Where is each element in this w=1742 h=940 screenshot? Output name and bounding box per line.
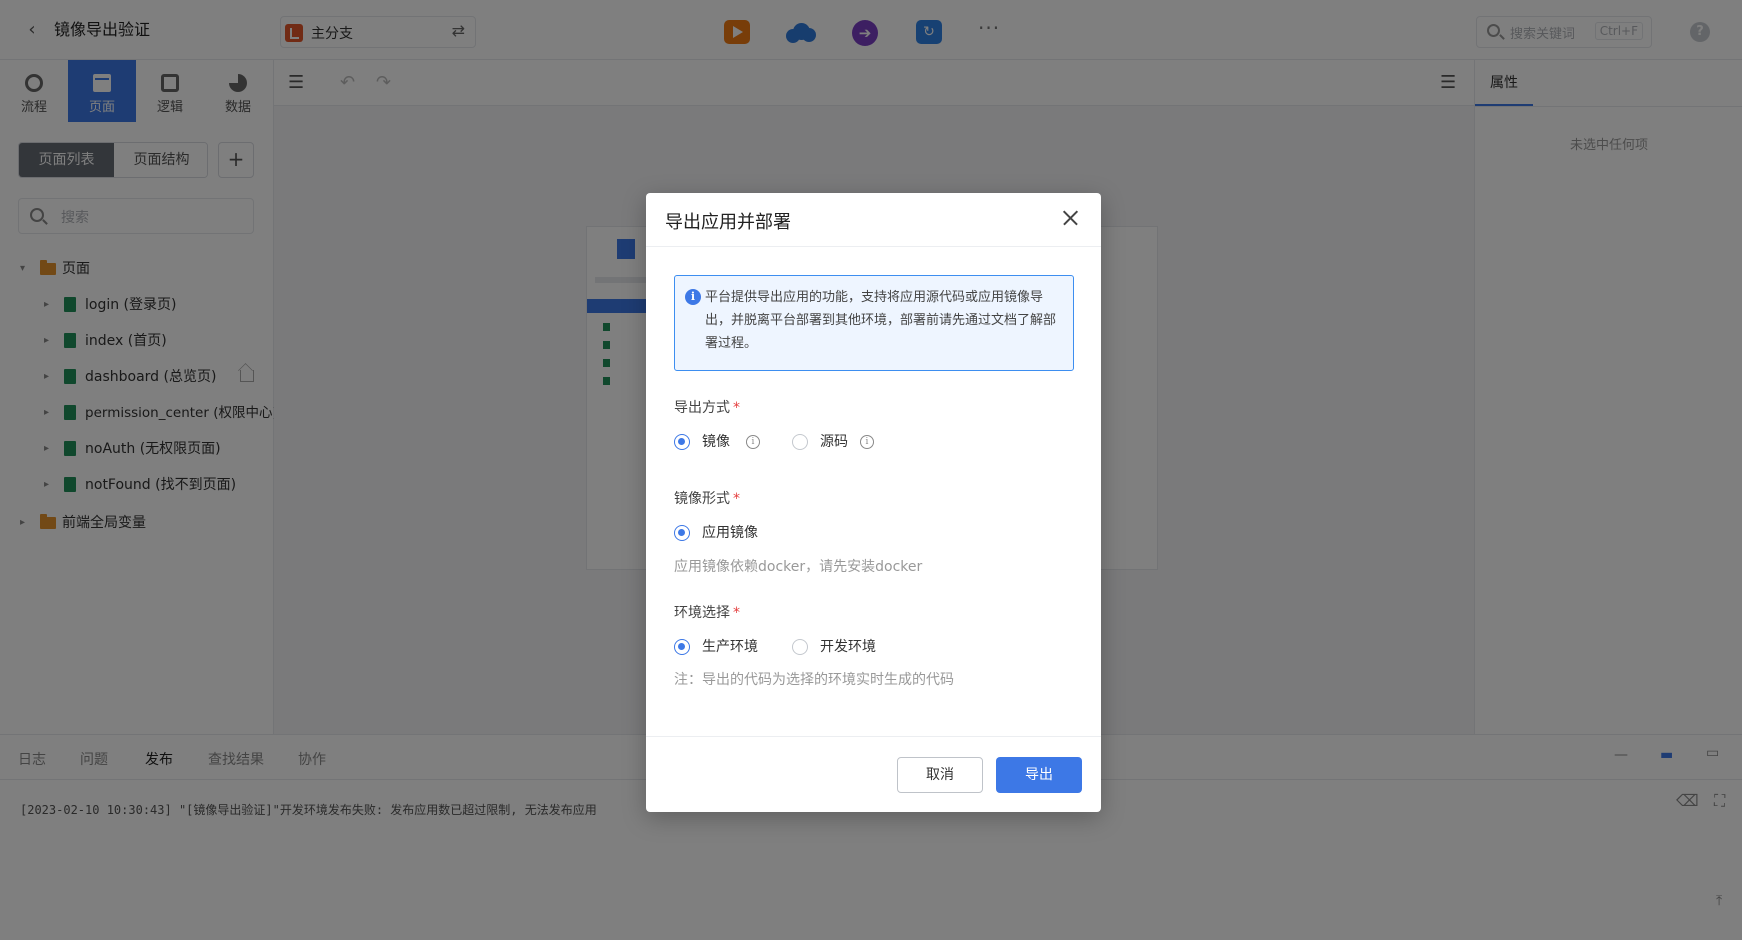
radio-label: 生产环境 [702,639,758,655]
radio-env-production[interactable]: 生产环境 [674,636,784,658]
field-label: 镜像形式 [674,491,730,507]
image-form-hint: 应用镜像依赖docker，请先安装docker [674,559,923,575]
dialog-header: 导出应用并部署 [646,193,1101,247]
environment-hint: 注：导出的代码为选择的环境实时生成的代码 [674,672,954,688]
radio-env-development[interactable]: 开发环境 [792,636,902,658]
radio-label: 源码 [820,434,848,450]
required-mark: * [733,605,740,621]
export-mode-label: 导出方式 * [674,397,740,417]
export-button[interactable]: 导出 [996,757,1082,793]
export-dialog: 导出应用并部署 i 平台提供导出应用的功能，支持将应用源代码或应用镜像导出，并脱… [646,193,1101,812]
info-circle-icon[interactable]: i [860,435,874,449]
field-label: 环境选择 [674,605,730,621]
info-notice: i 平台提供导出应用的功能，支持将应用源代码或应用镜像导出，并脱离平台部署到其他… [674,275,1074,371]
radio-label: 应用镜像 [702,525,758,541]
dialog-title: 导出应用并部署 [665,212,791,233]
radio-mode-source[interactable]: 源码 i [792,431,882,453]
required-mark: * [733,491,740,507]
radio-unchecked-icon [792,434,808,450]
close-icon[interactable] [1059,206,1083,230]
radio-checked-icon [674,639,690,655]
radio-label: 镜像 [702,434,730,450]
dialog-footer-divider [646,736,1101,737]
required-mark: * [733,400,740,416]
notice-text: 平台提供导出应用的功能，支持将应用源代码或应用镜像导出，并脱离平台部署到其他环境… [705,290,1057,351]
radio-checked-icon [674,525,690,541]
cancel-button[interactable]: 取消 [897,757,983,793]
radio-unchecked-icon [792,639,808,655]
radio-label: 开发环境 [820,639,876,655]
radio-checked-icon [674,434,690,450]
image-form-label: 镜像形式 * [674,488,740,508]
info-circle-icon[interactable]: i [746,435,760,449]
field-label: 导出方式 [674,400,730,416]
radio-app-image[interactable]: 应用镜像 [674,522,784,544]
radio-mode-image[interactable]: 镜像 i [674,431,764,453]
environment-label: 环境选择 * [674,602,740,622]
info-icon: i [685,289,701,305]
